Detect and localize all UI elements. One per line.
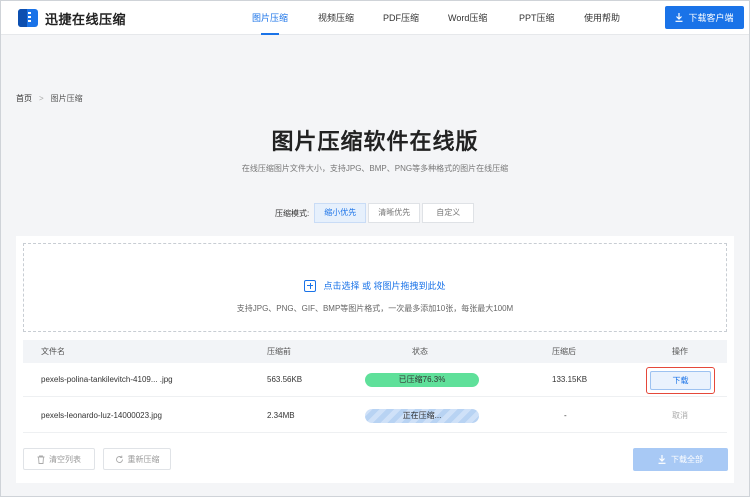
download-file-button[interactable]: 下载 bbox=[650, 371, 711, 390]
size-after: 133.15KB bbox=[552, 375, 588, 384]
col-filename: 文件名 bbox=[41, 347, 65, 356]
breadcrumb-home[interactable]: 首页 bbox=[16, 93, 32, 104]
nav-item-video-compress[interactable]: 视频压缩 bbox=[318, 1, 354, 35]
mode-option-smaller[interactable]: 缩小优先 bbox=[314, 203, 367, 223]
recompress-label: 重新压缩 bbox=[127, 454, 160, 464]
breadcrumb-current: 图片压缩 bbox=[50, 94, 83, 103]
download-all-label: 下载全部 bbox=[671, 455, 703, 464]
size-before: 2.34MB bbox=[267, 411, 295, 420]
size-before: 563.56KB bbox=[267, 375, 303, 384]
upload-trigger[interactable]: 点击选择 或 将图片拖拽到此处 bbox=[24, 279, 726, 292]
col-after: 压缩后 bbox=[552, 347, 576, 356]
nav-item-ppt-compress[interactable]: PPT压缩 bbox=[519, 1, 555, 35]
compress-mode-label: 压缩模式: bbox=[275, 208, 310, 218]
clear-list-label: 清空列表 bbox=[49, 454, 81, 464]
nav-item-word-compress[interactable]: Word压缩 bbox=[448, 1, 487, 35]
clear-list-button[interactable]: 清空列表 bbox=[23, 448, 95, 470]
upload-action-text: 点击选择 或 将图片拖拽到此处 bbox=[323, 281, 446, 291]
compress-mode-selector: 压缩模式: 缩小优先 清晰优先 自定义 bbox=[275, 203, 475, 223]
page-subtitle: 在线压缩图片文件大小，支持JPG、BMP、PNG等多种格式的图片在线压缩 bbox=[241, 164, 509, 173]
download-icon bbox=[658, 455, 666, 464]
top-header: 迅捷在线压缩 图片压缩 视频压缩 PDF压缩 Word压缩 PPT压缩 使用帮助… bbox=[1, 1, 749, 35]
refresh-icon bbox=[115, 455, 123, 463]
page-title: 图片压缩软件在线版 bbox=[271, 129, 479, 154]
trash-icon bbox=[37, 455, 45, 464]
download-client-label: 下载客户端 bbox=[688, 13, 734, 23]
cancel-link[interactable]: 取消 bbox=[672, 399, 688, 433]
download-all-button[interactable]: 下载全部 bbox=[633, 448, 728, 471]
table-row: pexels-leonardo-luz-14000023.jpg 2.34MB … bbox=[23, 399, 727, 433]
col-before: 压缩前 bbox=[267, 347, 291, 356]
main-nav: 图片压缩 视频压缩 PDF压缩 Word压缩 PPT压缩 使用帮助 bbox=[1, 1, 749, 35]
upload-hint: 支持JPG、PNG、GIF、BMP等图片格式，一次最多添加10张，每张最大100… bbox=[236, 304, 514, 313]
col-status: 状态 bbox=[412, 347, 428, 356]
plus-icon bbox=[304, 279, 317, 292]
nav-item-image-compress[interactable]: 图片压缩 bbox=[252, 1, 288, 35]
download-client-button[interactable]: 下载客户端 bbox=[665, 6, 744, 29]
size-after: - bbox=[564, 411, 567, 420]
upload-dropzone[interactable]: 点击选择 或 将图片拖拽到此处 支持JPG、PNG、GIF、BMP等图片格式，一… bbox=[23, 243, 727, 332]
table-row: pexels-polina-tankilevitch-4109... .jpg … bbox=[23, 363, 727, 397]
status-badge: 已压缩76.3% bbox=[365, 373, 479, 387]
mode-option-clearer[interactable]: 清晰优先 bbox=[368, 203, 421, 223]
nav-item-help[interactable]: 使用帮助 bbox=[584, 1, 620, 35]
download-icon bbox=[675, 13, 683, 22]
file-name: pexels-leonardo-luz-14000023.jpg bbox=[41, 411, 162, 420]
compress-panel: 点击选择 或 将图片拖拽到此处 支持JPG、PNG、GIF、BMP等图片格式，一… bbox=[16, 236, 734, 483]
file-name: pexels-polina-tankilevitch-4109... .jpg bbox=[41, 375, 173, 384]
nav-item-pdf-compress[interactable]: PDF压缩 bbox=[383, 1, 419, 35]
col-action: 操作 bbox=[672, 347, 688, 356]
table-header: 文件名 压缩前 状态 压缩后 操作 bbox=[23, 340, 727, 363]
mode-option-custom[interactable]: 自定义 bbox=[422, 203, 475, 223]
breadcrumb-separator: > bbox=[39, 94, 44, 103]
status-badge: 正在压缩... bbox=[365, 409, 479, 423]
recompress-button[interactable]: 重新压缩 bbox=[103, 448, 171, 470]
breadcrumb: 首页 > 图片压缩 bbox=[16, 93, 83, 104]
